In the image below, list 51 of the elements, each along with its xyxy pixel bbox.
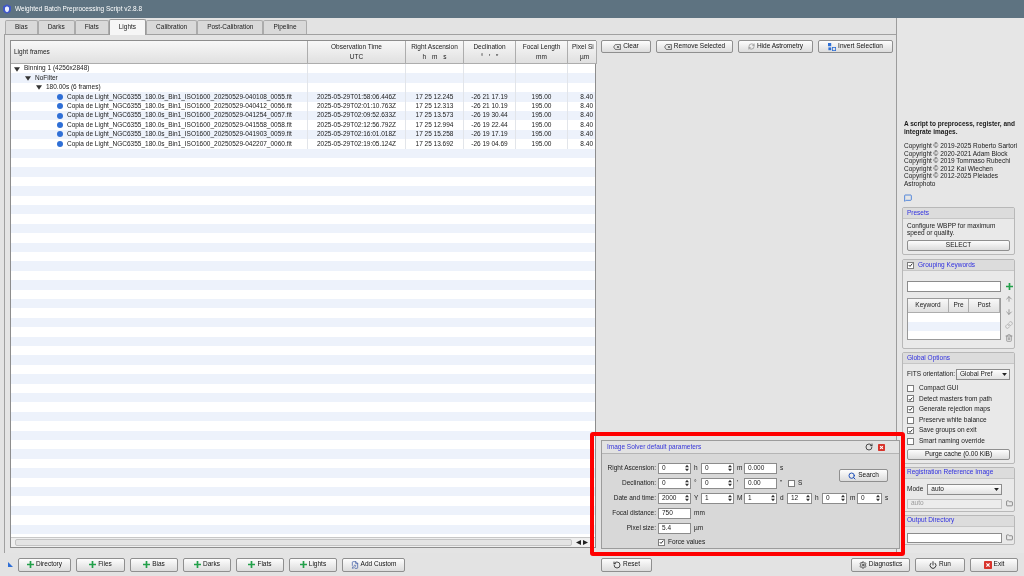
squares-icon [828,42,837,51]
backspace-icon [663,43,672,50]
checkbox[interactable] [658,538,665,546]
checkbox[interactable] [907,406,914,413]
plus-icon [143,561,151,568]
plus-icon [194,561,201,568]
power-icon [929,560,938,569]
spin-arrows-icon[interactable] [841,494,845,502]
backspace-icon [613,43,622,50]
caret-icon [994,487,1000,491]
output-directory-field[interactable] [907,532,1002,543]
caret-icon [1002,373,1007,376]
spin-arrows-icon[interactable] [685,464,689,472]
spin-arrows-icon[interactable] [728,494,732,502]
spin-arrows-icon[interactable] [771,494,775,502]
document-edit-icon [350,560,359,569]
plus-icon [27,561,34,568]
settings-icon [858,560,867,569]
scroll-left-icon[interactable] [576,540,581,545]
spin-arrows-icon[interactable] [685,494,689,502]
checkbox[interactable] [907,416,914,424]
checkbox[interactable] [907,261,914,269]
checkbox[interactable] [907,384,914,392]
scrollbar-thumb[interactable] [15,539,572,546]
app-icon [3,4,11,14]
spin-arrows-icon[interactable] [728,479,732,487]
checkbox[interactable] [907,395,914,403]
refresh-icon [747,43,755,50]
scroll-right-icon[interactable] [583,540,588,545]
spin-arrows-icon[interactable] [806,494,810,502]
rotate-icon [613,560,621,569]
triangle-icon[interactable] [14,65,20,72]
checkbox[interactable] [907,437,914,445]
triangle-icon[interactable] [25,75,31,82]
rotate-icon[interactable] [865,443,873,451]
plus-icon [299,561,307,568]
keyword-input-field[interactable] [907,281,1001,292]
triangle-icon[interactable] [36,84,42,91]
spin-arrows-icon[interactable] [685,479,689,487]
plus-icon [1005,283,1013,290]
checkbox[interactable] [907,427,914,435]
corner-triangle-icon [8,562,13,567]
plus-icon [248,561,256,568]
spin-arrows-icon[interactable] [728,464,732,472]
spin-arrows-icon[interactable] [876,494,880,502]
checkbox[interactable] [788,479,795,487]
close-icon [983,560,992,569]
plus-icon [89,561,97,568]
horizontal-scrollbar[interactable] [11,537,595,547]
close-icon[interactable] [878,443,885,451]
search-icon [848,471,857,480]
